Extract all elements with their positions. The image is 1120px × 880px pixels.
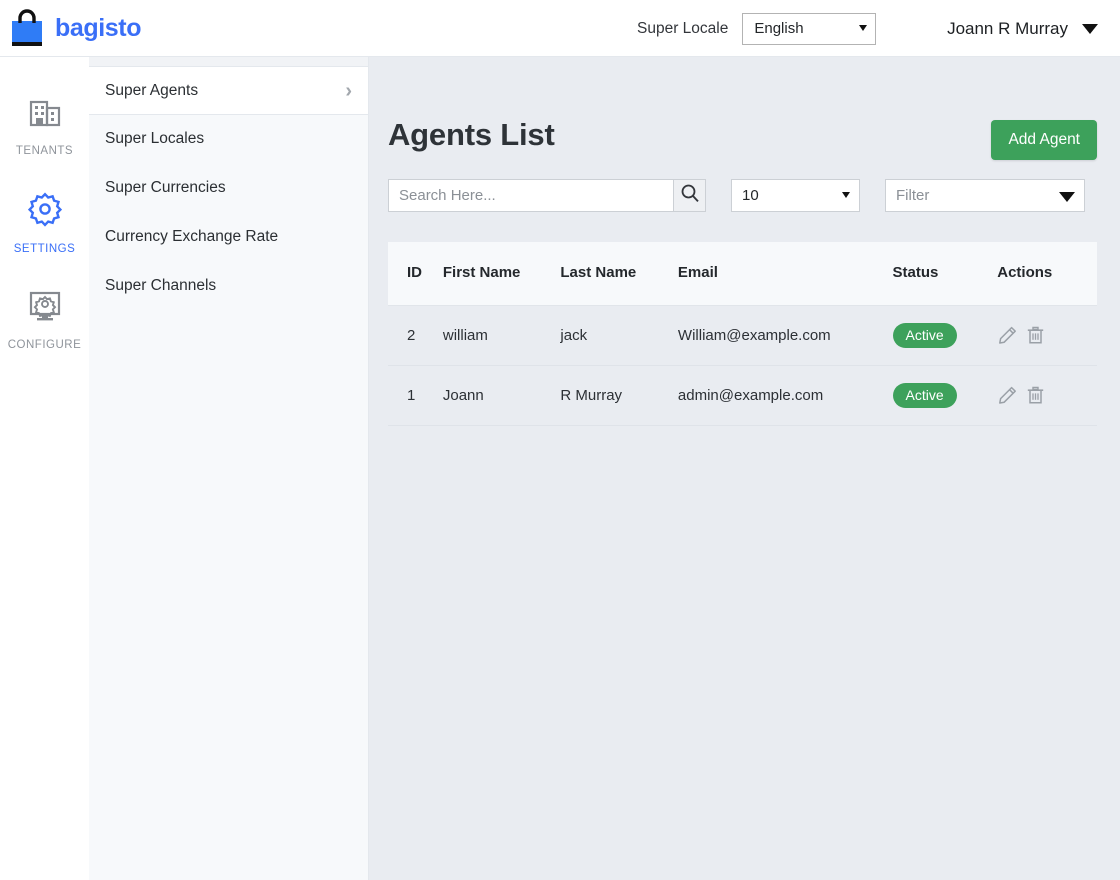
column-header-actions: Actions	[997, 242, 1097, 306]
column-header-last-name[interactable]: Last Name	[560, 242, 678, 306]
brand-name: bagisto	[55, 13, 142, 42]
edit-icon[interactable]	[997, 325, 1018, 346]
column-header-status[interactable]: Status	[892, 242, 998, 306]
table-row[interactable]: 2 william jack William@example.com Activ…	[388, 305, 1097, 366]
per-page-select[interactable]: 10	[731, 179, 860, 212]
locale-select-value: English	[754, 20, 804, 37]
nav-label-super-currencies: Super Currencies	[105, 179, 226, 196]
rail-item-configure[interactable]: CONFIGURE	[0, 289, 89, 351]
cell-actions	[997, 365, 1097, 426]
cell-email: admin@example.com	[677, 365, 893, 426]
cell-id: 1	[388, 365, 443, 426]
search-icon	[680, 183, 700, 208]
rail-label-settings: SETTINGS	[13, 243, 76, 255]
super-locale-label: Super Locale	[637, 19, 729, 37]
cell-actions	[997, 305, 1097, 366]
filter-placeholder: Filter	[896, 187, 930, 204]
status-badge: Active	[892, 323, 957, 348]
search-group	[388, 179, 706, 212]
filter-select[interactable]: Filter	[885, 179, 1085, 212]
chevron-right-icon: ›	[345, 79, 352, 102]
column-header-email[interactable]: Email	[677, 242, 893, 306]
table-body: 2 william jack William@example.com Activ…	[388, 305, 1097, 426]
per-page-value: 10	[742, 187, 759, 204]
table-row[interactable]: 1 Joann R Murray admin@example.com Activ…	[388, 365, 1097, 426]
row-actions	[997, 385, 1097, 406]
monitor-gear-icon	[27, 289, 63, 328]
nav-item-super-locales[interactable]: Super Locales	[89, 115, 368, 164]
nav-item-super-channels[interactable]: Super Channels	[89, 262, 368, 311]
table-toolbar: 10 Filter	[369, 160, 1120, 212]
column-header-first-name[interactable]: First Name	[442, 242, 561, 306]
search-input[interactable]	[388, 179, 673, 212]
rail-label-configure: CONFIGURE	[7, 339, 82, 351]
cell-first-name: william	[442, 305, 561, 366]
cell-email: William@example.com	[677, 305, 893, 366]
nav-item-currency-exchange-rate[interactable]: Currency Exchange Rate	[89, 213, 368, 262]
cell-last-name: R Murray	[560, 365, 678, 426]
agents-table: ID First Name Last Name Email Status Act…	[388, 242, 1097, 426]
column-header-id[interactable]: ID	[388, 242, 443, 306]
rail-label-tenants: TENANTS	[15, 145, 74, 157]
add-agent-button[interactable]: Add Agent	[991, 120, 1097, 160]
table-head: ID First Name Last Name Email Status Act…	[388, 242, 1097, 306]
chevron-down-icon	[1059, 192, 1075, 202]
cell-last-name: jack	[560, 305, 678, 366]
cell-id: 2	[388, 305, 443, 366]
user-name: Joann R Murray	[947, 18, 1068, 38]
delete-icon[interactable]	[1025, 325, 1046, 346]
cell-first-name: Joann	[442, 365, 561, 426]
nav-item-super-currencies[interactable]: Super Currencies	[89, 164, 368, 213]
locale-switcher: Super Locale English	[637, 0, 877, 57]
nav-label-super-channels: Super Channels	[105, 277, 217, 294]
locale-select[interactable]: English	[742, 12, 877, 45]
icon-rail: TENANTS SETTINGS CONFIGURE	[0, 57, 89, 880]
edit-icon[interactable]	[997, 385, 1018, 406]
nav-label-currency-exchange-rate: Currency Exchange Rate	[105, 228, 279, 245]
gear-icon	[27, 191, 63, 232]
cell-status: Active	[892, 305, 998, 366]
nav-label-super-agents: Super Agents	[105, 81, 199, 99]
chevron-down-icon	[1082, 23, 1098, 34]
main-content: Agents List Add Agent 10 Filter	[369, 57, 1120, 880]
status-badge: Active	[892, 383, 957, 408]
rail-item-tenants[interactable]: TENANTS	[0, 95, 89, 157]
page-title: Agents List	[388, 117, 555, 152]
shopping-bag-icon	[8, 8, 46, 48]
chevron-down-icon	[842, 192, 850, 198]
nav-item-super-agents[interactable]: Super Agents ›	[89, 66, 368, 115]
user-menu[interactable]: Joann R Murray	[947, 0, 1098, 57]
delete-icon[interactable]	[1025, 385, 1046, 406]
row-actions	[997, 325, 1097, 346]
cell-status: Active	[892, 365, 998, 426]
chevron-down-icon	[859, 24, 868, 31]
nav-label-super-locales: Super Locales	[105, 130, 205, 147]
page-header: Agents List Add Agent	[369, 57, 1120, 160]
brand-logo[interactable]: bagisto	[8, 8, 141, 48]
search-button[interactable]	[673, 179, 706, 212]
table-header-row: ID First Name Last Name Email Status Act…	[388, 242, 1097, 306]
building-icon	[28, 95, 62, 134]
secondary-nav: Super Agents › Super Locales Super Curre…	[89, 57, 369, 880]
rail-item-settings[interactable]: SETTINGS	[0, 191, 89, 255]
agents-table-container: ID First Name Last Name Email Status Act…	[388, 242, 1097, 426]
top-header: bagisto Super Locale English Joann R Mur…	[0, 0, 1120, 57]
